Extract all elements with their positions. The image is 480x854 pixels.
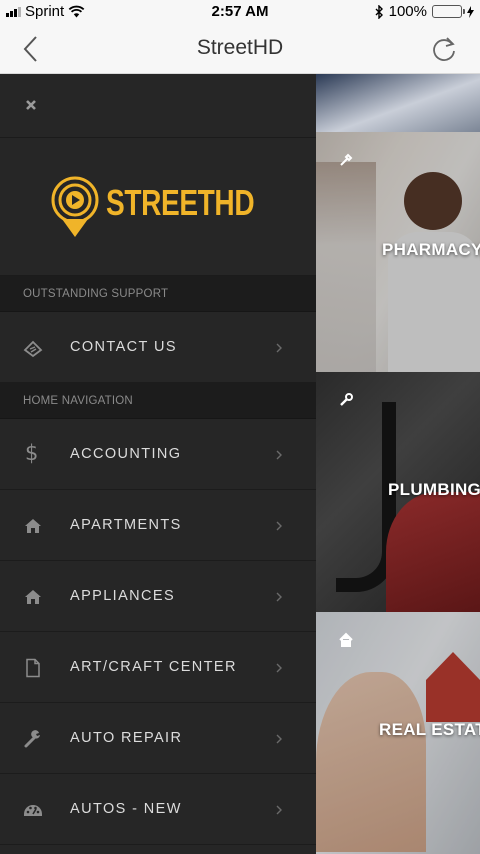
- file-icon: [26, 658, 40, 678]
- section-header-home-navigation: HOME NAVIGATION: [0, 383, 316, 419]
- page-title: StreetHD: [196, 36, 284, 59]
- tile-label: PHARMACY: [382, 240, 480, 259]
- menu-item-label: AUTO REPAIR: [70, 730, 183, 746]
- charging-icon: [467, 5, 474, 18]
- dollar-icon: $: [25, 441, 39, 465]
- logo-text: STREETHD: [106, 182, 255, 223]
- chevron-right-icon: [276, 734, 282, 744]
- dashboard-icon: [24, 805, 42, 816]
- menu-item-apartments[interactable]: APARTMENTS: [0, 490, 316, 561]
- menu-item-label: APARTMENTS: [70, 517, 182, 533]
- battery-percent: 100%: [388, 3, 427, 20]
- chevron-right-icon: [276, 521, 282, 531]
- partial-tile[interactable]: [316, 74, 480, 132]
- drawer-header: [0, 74, 316, 138]
- ticket-icon: [23, 340, 43, 358]
- chevron-right-icon: [276, 805, 282, 815]
- battery-icon: [432, 5, 465, 18]
- category-content: PHARMACY PLUMBING REAL ESTATE: [316, 74, 480, 854]
- menu-item-art-craft-center[interactable]: ART/CRAFT CENTER: [0, 632, 316, 703]
- status-right: 100%: [375, 3, 474, 20]
- wrench-icon: [24, 730, 40, 748]
- menu-item-appliances[interactable]: APPLIANCES: [0, 561, 316, 632]
- chevron-right-icon: [276, 663, 282, 673]
- wrench-icon: [340, 393, 353, 406]
- home-icon: [25, 590, 41, 604]
- menu-item-accounting[interactable]: $ ACCOUNTING: [0, 419, 316, 490]
- tile-label: REAL ESTATE: [379, 720, 480, 739]
- menu-item-label: AUTOS - NEW: [70, 801, 182, 817]
- side-drawer: STREETHD OUTSTANDING SUPPORT CONTACT US …: [0, 74, 316, 854]
- menu-item-label: APPLIANCES: [70, 588, 176, 604]
- logo-area: STREETHD: [0, 138, 316, 276]
- menu-item-autos-new[interactable]: AUTOS - NEW: [0, 774, 316, 845]
- menu-item-auto-repair[interactable]: AUTO REPAIR: [0, 703, 316, 774]
- menu-item-label: ACCOUNTING: [70, 446, 182, 462]
- menu-item-contact-us[interactable]: CONTACT US: [0, 312, 316, 383]
- menu-item-label: ART/CRAFT CENTER: [70, 659, 237, 675]
- tile-plumbing[interactable]: PLUMBING: [316, 372, 480, 612]
- nav-bar: StreetHD: [0, 24, 480, 74]
- tile-real-estate[interactable]: REAL ESTATE: [316, 612, 480, 854]
- logo-icon: [51, 176, 99, 237]
- tile-pharmacy[interactable]: PHARMACY: [316, 132, 480, 372]
- chevron-right-icon: [276, 343, 282, 353]
- home-icon: [339, 632, 353, 647]
- chevron-right-icon: [276, 592, 282, 602]
- tile-label: PLUMBING: [388, 480, 480, 499]
- section-header-outstanding-support: OUTSTANDING SUPPORT: [0, 276, 316, 312]
- chevron-right-icon: [276, 450, 282, 460]
- refresh-icon[interactable]: [430, 35, 458, 63]
- home-icon: [25, 519, 41, 533]
- eyedropper-icon: [340, 153, 353, 166]
- close-icon[interactable]: [22, 96, 40, 114]
- status-bar: Sprint 2:57 AM 100%: [0, 0, 480, 24]
- bluetooth-icon: [375, 4, 383, 19]
- menu-item-label: CONTACT US: [70, 339, 177, 355]
